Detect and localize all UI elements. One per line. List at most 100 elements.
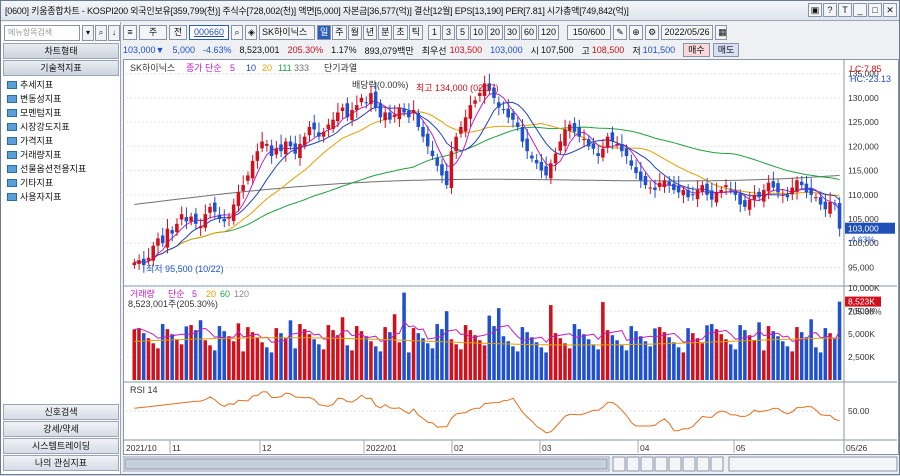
candle-body: [700, 185, 705, 192]
nav-button[interactable]: [696, 456, 710, 472]
tab-period[interactable]: 월: [347, 24, 362, 40]
scroll-controls[interactable]: [122, 456, 899, 474]
tab-period[interactable]: 틱: [408, 24, 423, 40]
bar-count-input[interactable]: 150/600: [567, 24, 612, 40]
close-icon[interactable]: ✕: [883, 3, 897, 17]
market-select[interactable]: 주: [139, 24, 167, 40]
code-search-icon[interactable]: ⌕: [231, 24, 243, 40]
volume-bar: [700, 343, 705, 380]
settings-icon[interactable]: ⚙: [645, 24, 660, 40]
candle-body: [586, 139, 591, 147]
tab-period[interactable]: 일: [317, 24, 332, 40]
candle-body: [250, 160, 255, 179]
scroll-bar[interactable]: [122, 456, 899, 474]
candle-body: [572, 123, 577, 132]
search-icon[interactable]: ⌕: [95, 25, 107, 41]
volume-bar: [809, 319, 813, 380]
rsi-tick-label: 50.00: [848, 406, 870, 416]
my-indicators-button[interactable]: 나의 관심지표: [3, 455, 119, 471]
volume-bar: [776, 336, 780, 380]
candle-body: [558, 141, 563, 151]
tab-period[interactable]: 주: [332, 24, 347, 40]
volume-bar: [790, 351, 794, 380]
nav-button[interactable]: [682, 456, 696, 472]
tab-period[interactable]: 년: [362, 24, 378, 40]
indicator-folder[interactable]: 시장강도지표: [7, 120, 70, 133]
chart-area[interactable]: 135,000 130,000 125,000 120,000 115,000 110,0…: [123, 59, 899, 455]
indicator-folder[interactable]: 가격지표: [7, 134, 53, 147]
nav-button[interactable]: [640, 456, 654, 472]
all-button[interactable]: 전: [169, 24, 187, 40]
indicator-folder[interactable]: 모멘텀지표: [7, 106, 61, 119]
chart-type-header[interactable]: 차트형태: [3, 43, 119, 59]
price-tick-label: 120,000: [848, 141, 879, 151]
menu-search-input[interactable]: 메뉴항목검색: [4, 25, 80, 41]
chart-background: [124, 60, 897, 453]
tab-period[interactable]: 초: [393, 24, 408, 40]
favorite-icon[interactable]: ◈: [245, 24, 257, 40]
period-button[interactable]: 1: [427, 24, 441, 40]
nav-button[interactable]: [668, 456, 682, 472]
sell-button[interactable]: 매도: [712, 43, 740, 57]
candle-body: [818, 197, 823, 205]
period-button[interactable]: 120: [538, 24, 560, 40]
candle-body: [549, 163, 553, 179]
menu-icon[interactable]: ≡: [123, 24, 137, 40]
candle-body: [837, 203, 842, 229]
period-button[interactable]: 3: [441, 24, 455, 40]
pin-icon[interactable]: ▣: [808, 3, 822, 17]
x-axis-label: 03: [542, 443, 552, 453]
draw-tool-icon[interactable]: ✎: [613, 24, 628, 40]
nav-button[interactable]: [654, 456, 668, 472]
zoom-icon[interactable]: ⊕: [629, 24, 644, 40]
period-button[interactable]: 10: [469, 24, 486, 40]
volume-bar: [156, 348, 160, 380]
indicator-folder[interactable]: 추세지표: [7, 78, 53, 91]
period-button[interactable]: 20: [486, 24, 503, 40]
date-input[interactable]: 2022/05/26: [661, 24, 714, 40]
zoom-slider[interactable]: [728, 456, 898, 472]
volume-bar: [733, 349, 738, 380]
period-button[interactable]: 5: [455, 24, 469, 40]
indicators-header[interactable]: 기술적지표: [3, 60, 119, 76]
help-icon[interactable]: ?: [823, 3, 837, 17]
indicator-folder[interactable]: 선물옵션전용지표: [7, 162, 86, 175]
volume-bar: [681, 352, 686, 380]
nav-button[interactable]: [612, 456, 626, 472]
nav-button[interactable]: [710, 456, 724, 472]
signal-search-button[interactable]: 신호검색: [3, 404, 119, 420]
folder-icon: [7, 80, 17, 89]
volume-bar: [515, 351, 520, 380]
trade-amount: 893,079백만: [364, 45, 414, 56]
nav-button[interactable]: [626, 456, 640, 472]
download-icon[interactable]: ↓: [108, 25, 120, 41]
system-trading-button[interactable]: 시스템트레이딩: [3, 438, 119, 454]
tab-period[interactable]: 분: [378, 24, 393, 40]
x-axis-label: 11: [172, 443, 181, 453]
period-button[interactable]: 30: [504, 24, 521, 40]
stock-code-input[interactable]: 000660: [189, 24, 229, 40]
indicator-folder[interactable]: 변동성지표: [7, 92, 61, 105]
candle-body: [643, 175, 648, 186]
buy-button[interactable]: 매수: [683, 43, 710, 57]
indicator-folder[interactable]: 거래량지표: [7, 148, 61, 161]
search-dropdown-icon[interactable]: ▾: [82, 25, 94, 41]
text-icon[interactable]: T: [838, 3, 852, 17]
maximize-icon[interactable]: □: [868, 3, 882, 17]
candle-body: [321, 131, 326, 137]
indicator-folder[interactable]: 기타지표: [7, 176, 53, 189]
strength-button[interactable]: 강세/약세: [3, 421, 119, 437]
volume-bar: [416, 333, 421, 380]
candle-body: [141, 258, 146, 266]
volume-bar: [373, 346, 378, 380]
candle-body: [430, 150, 435, 157]
folder-icon: [7, 178, 17, 187]
period-button[interactable]: 60: [521, 24, 538, 40]
scroll-thumb[interactable]: [124, 458, 608, 470]
indicator-folder[interactable]: 사용자지표: [7, 190, 61, 203]
chart-canvas[interactable]: 135,000130,000125,000120,000115,000110,0…: [124, 60, 898, 454]
folder-icon: [7, 136, 17, 145]
candle-body: [771, 181, 776, 188]
minimize-icon[interactable]: _: [853, 3, 867, 17]
calendar-icon[interactable]: ▦: [715, 24, 728, 40]
